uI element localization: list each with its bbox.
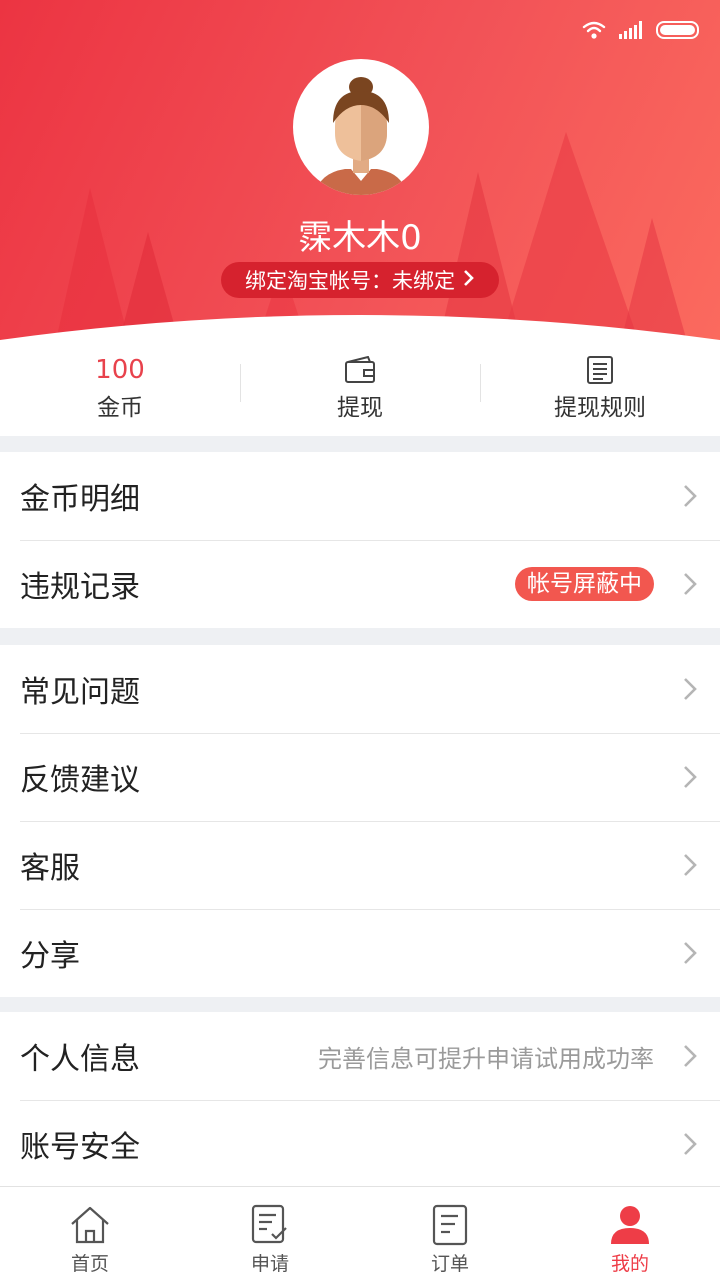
menu-item-label: 违规记录 — [20, 570, 140, 605]
nav-tab-home[interactable]: 首页 — [0, 1187, 180, 1280]
nav-label: 首页 — [70, 1253, 109, 1275]
menu-item-violation-record[interactable]: 违规记录 帐号屏蔽中 — [0, 540, 720, 628]
status-bar — [582, 18, 702, 46]
coin-balance[interactable]: 100 金币 — [0, 340, 240, 436]
coin-label: 金币 — [97, 395, 143, 421]
signal-icon — [618, 20, 644, 44]
stats-bar: 100 金币 提现 提现规则 — [0, 340, 720, 436]
menu-item-label: 账号安全 — [20, 1130, 140, 1165]
menu-group-coins: 金币明细 违规记录 帐号屏蔽中 — [0, 452, 720, 628]
profile-header: 霂木木0 绑定淘宝帐号：未绑定 — [0, 0, 720, 345]
nav-tab-orders[interactable]: 订单 — [360, 1187, 540, 1280]
avatar[interactable] — [293, 59, 429, 195]
menu-group-account: 个人信息 完善信息可提升申请试用成功率 账号安全 — [0, 1012, 720, 1188]
nav-tab-apply[interactable]: 申请 — [180, 1187, 360, 1280]
menu-item-account-security[interactable]: 账号安全 — [0, 1100, 720, 1188]
order-icon — [430, 1203, 470, 1247]
chevron-right-icon — [682, 1131, 698, 1157]
apply-icon — [250, 1203, 290, 1247]
nav-label: 申请 — [250, 1253, 289, 1275]
nav-label: 订单 — [430, 1253, 469, 1275]
menu-item-feedback[interactable]: 反馈建议 — [0, 733, 720, 821]
nav-label: 我的 — [610, 1253, 649, 1275]
bottom-nav: 首页 申请 订单 我的 — [0, 1186, 720, 1280]
menu-group-support: 常见问题 反馈建议 客服 分享 — [0, 645, 720, 997]
wallet-icon — [344, 354, 376, 386]
menu-item-label: 反馈建议 — [20, 763, 140, 798]
withdraw-rules-label: 提现规则 — [554, 395, 646, 421]
chevron-right-icon — [682, 1043, 698, 1069]
chevron-right-icon — [682, 483, 698, 509]
menu-item-label: 个人信息 — [20, 1042, 140, 1077]
withdraw-label: 提现 — [337, 395, 383, 421]
menu-item-hint: 完善信息可提升申请试用成功率 — [318, 1044, 654, 1073]
withdraw-button[interactable]: 提现 — [240, 340, 480, 436]
chevron-right-icon — [682, 676, 698, 702]
menu-item-label: 常见问题 — [20, 675, 140, 710]
menu-item-label: 客服 — [20, 851, 80, 886]
avatar-illustration — [315, 77, 407, 195]
chevron-right-icon — [682, 571, 698, 597]
bind-taobao-label: 绑定淘宝帐号：未绑定 — [245, 269, 455, 293]
wifi-icon — [582, 20, 606, 44]
home-icon — [69, 1203, 111, 1247]
chevron-right-icon — [463, 268, 475, 292]
withdraw-rules-button[interactable]: 提现规则 — [480, 340, 720, 436]
chevron-right-icon — [682, 852, 698, 878]
chevron-right-icon — [682, 764, 698, 790]
menu-item-label: 金币明细 — [20, 482, 140, 517]
menu-item-personal-info[interactable]: 个人信息 完善信息可提升申请试用成功率 — [0, 1012, 720, 1100]
coin-value: 100 — [95, 355, 145, 385]
status-badge: 帐号屏蔽中 — [515, 567, 654, 601]
battery-icon — [656, 20, 702, 44]
header-curve — [0, 315, 720, 345]
menu-item-customer-service[interactable]: 客服 — [0, 821, 720, 909]
username: 霂木木0 — [298, 218, 422, 258]
menu-item-faq[interactable]: 常见问题 — [0, 645, 720, 733]
menu-item-share[interactable]: 分享 — [0, 909, 720, 997]
document-list-icon — [586, 354, 614, 386]
bind-taobao-button[interactable]: 绑定淘宝帐号：未绑定 — [221, 262, 499, 298]
person-icon — [609, 1203, 651, 1247]
nav-tab-mine[interactable]: 我的 — [540, 1187, 720, 1280]
menu-item-label: 分享 — [20, 939, 80, 974]
chevron-right-icon — [682, 940, 698, 966]
menu-item-coin-details[interactable]: 金币明细 — [0, 452, 720, 540]
